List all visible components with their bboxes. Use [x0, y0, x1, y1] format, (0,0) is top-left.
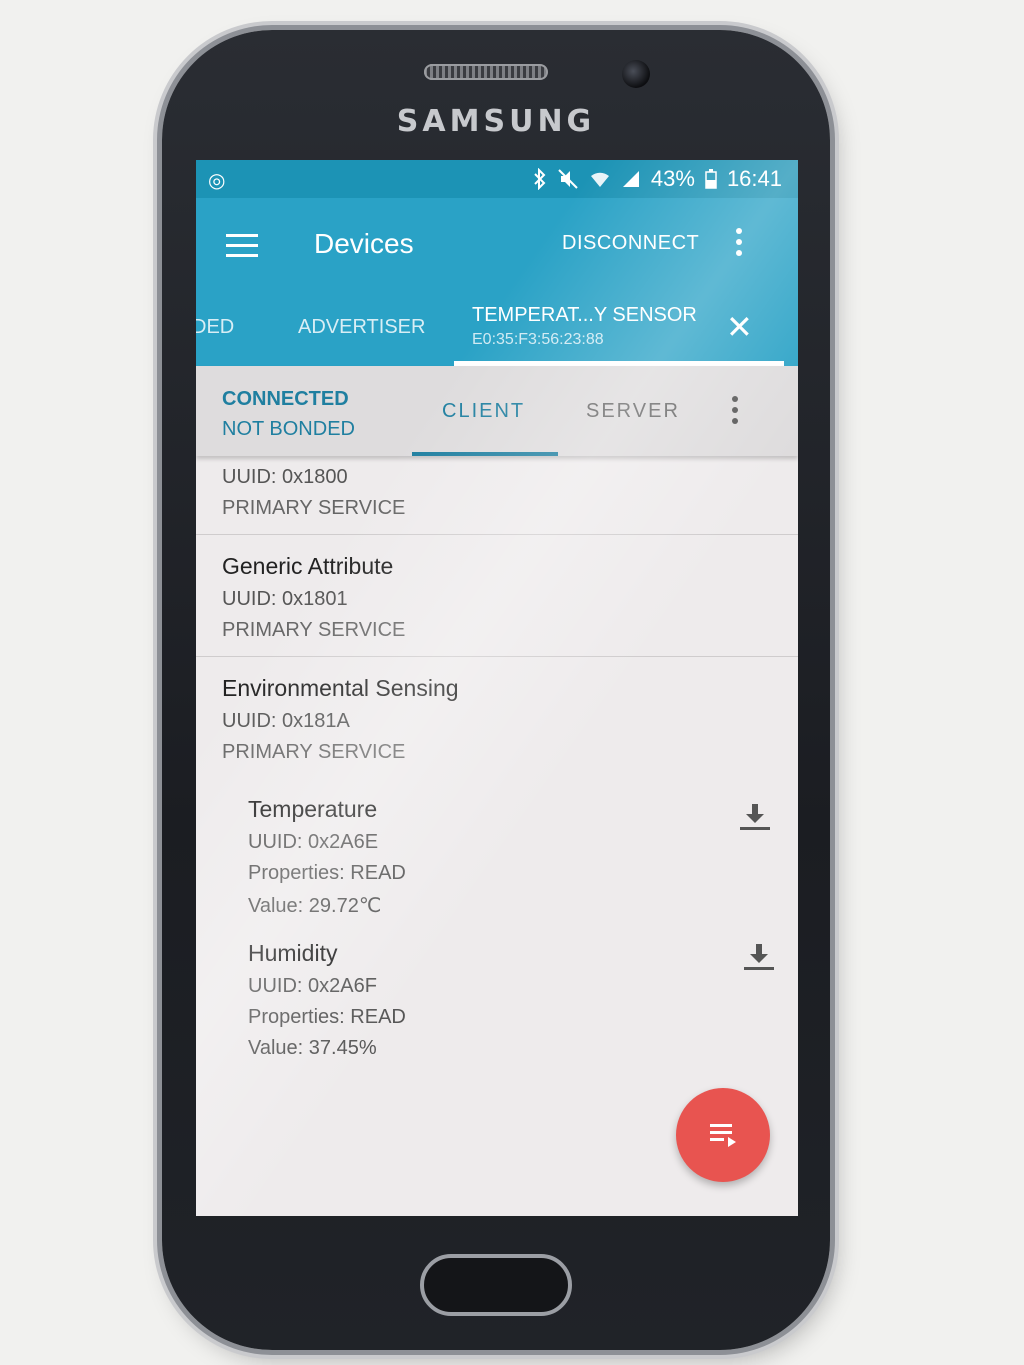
- value-label: Value:: [248, 1037, 304, 1059]
- tab-partial[interactable]: DED: [196, 316, 234, 339]
- front-camera: [622, 60, 650, 88]
- uuid-label: UUID:: [222, 588, 277, 610]
- characteristic-uuid: 0x2A6F: [308, 975, 377, 997]
- battery-level: 43%: [650, 166, 695, 191]
- home-button[interactable]: [420, 1254, 572, 1316]
- close-tab-icon[interactable]: ✕: [726, 308, 753, 346]
- bond-state: NOT BONDED: [222, 418, 355, 440]
- mute-icon: [558, 169, 578, 189]
- uuid-label: UUID:: [222, 466, 277, 488]
- uuid-label: UUID:: [222, 710, 277, 732]
- app-bar: Devices DISCONNECT: [196, 198, 798, 294]
- characteristic-properties: READ: [350, 1006, 406, 1028]
- service-item[interactable]: Environmental Sensing UUID: 0x181A PRIMA…: [196, 657, 798, 778]
- tab-advertiser[interactable]: ADVERTISER: [298, 316, 425, 339]
- characteristic-name: Temperature: [248, 796, 378, 822]
- connection-state: CONNECTED: [222, 388, 349, 410]
- tab-server[interactable]: SERVER: [586, 400, 680, 423]
- page-title: Devices: [314, 228, 414, 259]
- signal-icon: [622, 171, 639, 187]
- log-list-icon: [710, 1124, 736, 1147]
- client-tab-indicator: [412, 452, 558, 456]
- service-uuid: 0x1800: [282, 466, 348, 488]
- properties-label: Properties:: [248, 1006, 345, 1028]
- service-name: Generic Attribute: [222, 553, 394, 579]
- read-download-icon[interactable]: [742, 940, 776, 974]
- wifi-icon: [590, 172, 609, 187]
- phone-screen: ◎ 43% 16:41 Devices DISCONNECT DED ADVER…: [196, 160, 798, 1216]
- service-item[interactable]: Generic Attribute UUID: 0x1801 PRIMARY S…: [196, 535, 798, 657]
- properties-label: Properties:: [248, 862, 345, 884]
- sync-icon: ◎: [208, 170, 226, 192]
- service-uuid: 0x1801: [282, 588, 348, 610]
- value-label: Value:: [248, 895, 304, 917]
- service-item[interactable]: UUID: 0x1800 PRIMARY SERVICE: [196, 458, 798, 535]
- hamburger-menu-icon[interactable]: [226, 234, 258, 258]
- characteristic-value: 29.72℃: [308, 895, 382, 917]
- characteristic-uuid: 0x2A6E: [308, 831, 379, 853]
- characteristic-value: 37.45%: [308, 1037, 377, 1059]
- service-type: PRIMARY SERVICE: [222, 741, 406, 763]
- connection-bar: CONNECTED NOT BONDED CLIENT SERVER: [196, 366, 798, 456]
- device-address: E0:35:F3:56:23:88: [472, 331, 604, 348]
- device-tabs: DED ADVERTISER TEMPERAT...Y SENSOR E0:35…: [196, 294, 798, 366]
- characteristic-properties: READ: [350, 862, 406, 884]
- brand-logo: SAMSUNG: [396, 104, 596, 139]
- service-type: PRIMARY SERVICE: [222, 619, 406, 641]
- clock: 16:41: [726, 166, 782, 191]
- tab-temperature-sensor[interactable]: TEMPERAT...Y SENSOR E0:35:F3:56:23:88: [472, 304, 697, 349]
- service-uuid: 0x181A: [282, 710, 350, 732]
- tab-client[interactable]: CLIENT: [442, 400, 525, 423]
- bluetooth-icon: [534, 168, 546, 190]
- characteristic-item[interactable]: Humidity UUID: 0x2A6F Properties: READ V…: [196, 918, 798, 1060]
- characteristic-name: Humidity: [248, 940, 338, 966]
- uuid-label: UUID:: [248, 831, 303, 853]
- battery-icon: [705, 169, 717, 189]
- connection-status: CONNECTED NOT BONDED: [222, 384, 355, 444]
- read-download-icon[interactable]: [738, 800, 772, 834]
- earpiece-speaker: [424, 64, 548, 80]
- service-name: Environmental Sensing: [222, 675, 459, 701]
- status-bar: ◎ 43% 16:41: [196, 160, 798, 198]
- connection-overflow-icon[interactable]: [732, 396, 740, 429]
- characteristic-item[interactable]: Temperature UUID: 0x2A6E Properties: REA…: [196, 778, 798, 918]
- disconnect-button[interactable]: DISCONNECT: [562, 232, 699, 255]
- log-fab-button[interactable]: [676, 1088, 770, 1182]
- service-type: PRIMARY SERVICE: [222, 497, 406, 519]
- service-list: UUID: 0x1800 PRIMARY SERVICE Generic Att…: [196, 458, 798, 1060]
- device-name: TEMPERAT...Y SENSOR: [472, 304, 697, 326]
- overflow-menu-icon[interactable]: [736, 228, 744, 261]
- uuid-label: UUID:: [248, 975, 303, 997]
